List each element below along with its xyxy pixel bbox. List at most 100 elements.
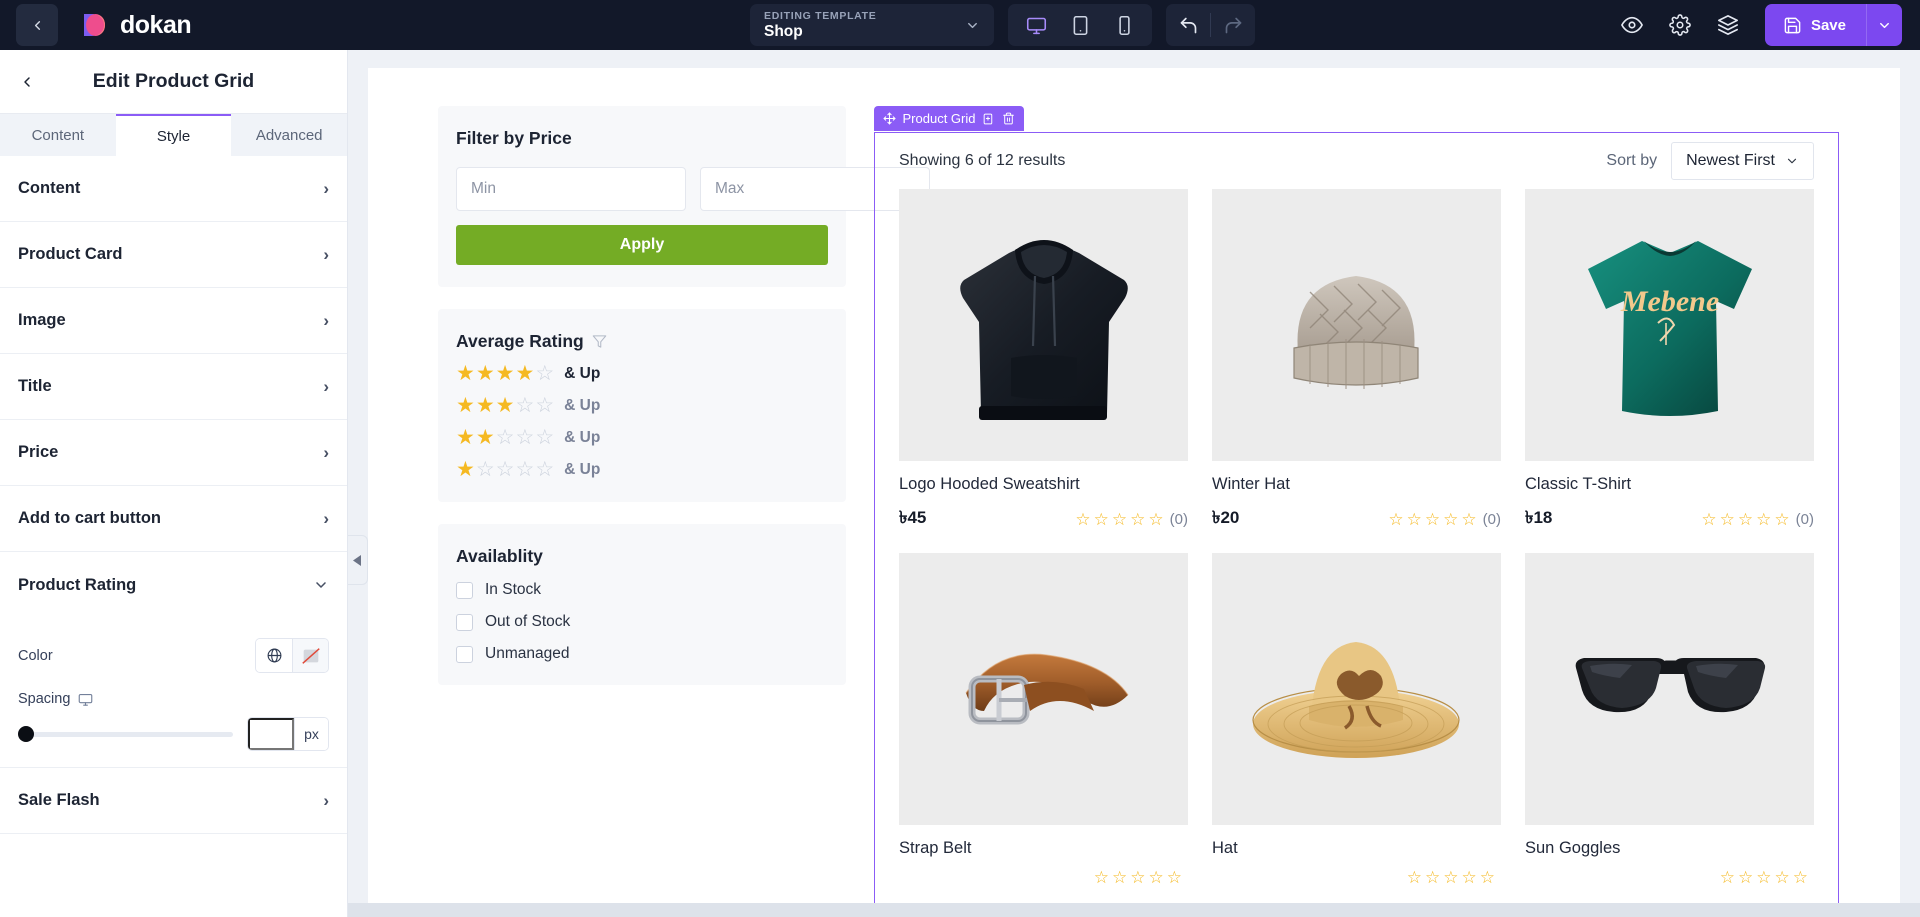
- spacing-slider[interactable]: [18, 726, 233, 742]
- price-filter-title: Filter by Price: [456, 128, 572, 148]
- product-grid-widget[interactable]: Product Grid Showing 6 of 12 results Sor…: [873, 106, 1839, 917]
- product-card[interactable]: Mebene Classic T-Shirt ৳18 ☆ ☆ ☆ ☆ ☆ (0): [1525, 189, 1814, 533]
- color-swatch-button[interactable]: [292, 639, 328, 672]
- sidebar-section-sale-flash[interactable]: Sale Flash ›: [0, 768, 347, 834]
- star-empty-icon: ☆: [1701, 509, 1717, 529]
- product-title[interactable]: Strap Belt: [899, 839, 1188, 858]
- layers-button[interactable]: [1707, 4, 1749, 46]
- star-empty-icon: ☆: [1719, 509, 1735, 529]
- slider-thumb[interactable]: [18, 726, 34, 742]
- sidebar-section-image[interactable]: Image ›: [0, 288, 347, 354]
- availability-option-unmanaged[interactable]: Unmanaged: [456, 645, 828, 663]
- sidebar-section-price[interactable]: Price ›: [0, 420, 347, 486]
- preview-button[interactable]: [1611, 4, 1653, 46]
- canvas-horizontal-scrollbar[interactable]: [348, 903, 1920, 917]
- section-label: Add to cart button: [18, 509, 161, 527]
- checkbox-icon[interactable]: [456, 613, 473, 631]
- undo-button[interactable]: [1166, 4, 1210, 46]
- star-rating: ★ ★ ★ ☆ ☆: [456, 395, 554, 416]
- availability-option-out-of-stock[interactable]: Out of Stock: [456, 613, 828, 631]
- star-empty-icon: ☆: [1388, 509, 1404, 529]
- rating-option-2[interactable]: ★ ★ ☆ ☆ ☆ & Up: [456, 427, 828, 448]
- review-count: (0): [1482, 510, 1501, 528]
- product-title[interactable]: Classic T-Shirt: [1525, 475, 1814, 494]
- product-rating: ☆ ☆ ☆ ☆ ☆ (0): [1388, 511, 1501, 528]
- product-card[interactable]: Logo Hooded Sweatshirt ৳45 ☆ ☆ ☆ ☆ ☆ (0): [899, 189, 1188, 533]
- monitor-icon[interactable]: [78, 692, 93, 707]
- apply-price-filter-button[interactable]: Apply: [456, 225, 828, 265]
- tablet-icon: [1073, 15, 1087, 35]
- funnel-icon[interactable]: [592, 334, 607, 349]
- star-rating: ★ ☆ ☆ ☆ ☆: [456, 459, 554, 480]
- product-rating: ☆ ☆ ☆ ☆ ☆ (0): [1701, 511, 1814, 528]
- monitor-icon: [1026, 17, 1046, 34]
- duplicate-icon[interactable]: [982, 112, 995, 125]
- sidebar-section-content[interactable]: Content ›: [0, 156, 347, 222]
- rating-option-1[interactable]: ★ ☆ ☆ ☆ ☆ & Up: [456, 459, 828, 480]
- price-filter-card: Filter by Price Apply: [438, 106, 930, 287]
- sidebar-section-title[interactable]: Title ›: [0, 354, 347, 420]
- device-tablet-button[interactable]: [1060, 8, 1100, 42]
- dokan-logo[interactable]: dokan: [80, 10, 192, 40]
- editor-sidebar: Edit Product Grid Content Style Advanced…: [0, 50, 348, 917]
- tab-content[interactable]: Content: [0, 114, 116, 156]
- grid-header: Showing 6 of 12 results Sort by Newest F…: [875, 133, 1838, 189]
- knit-beanie-image: [1293, 276, 1419, 389]
- price-min-input[interactable]: [456, 167, 686, 211]
- save-button[interactable]: Save: [1765, 4, 1866, 46]
- section-label: Content: [18, 179, 81, 197]
- spacing-unit[interactable]: px: [294, 718, 328, 750]
- rating-option-4[interactable]: ★ ★ ★ ★ ☆ & Up: [456, 363, 828, 384]
- sidebar-section-add-to-cart-button[interactable]: Add to cart button ›: [0, 486, 347, 552]
- availability-option-in-stock[interactable]: In Stock: [456, 581, 828, 599]
- product-title[interactable]: Sun Goggles: [1525, 839, 1814, 858]
- sidebar-collapse-handle[interactable]: [348, 535, 368, 585]
- tab-style[interactable]: Style: [115, 114, 232, 156]
- redo-button[interactable]: [1211, 4, 1255, 46]
- spacing-label-text: Spacing: [18, 691, 71, 707]
- sort-select[interactable]: Newest First: [1671, 142, 1814, 180]
- product-title[interactable]: Winter Hat: [1212, 475, 1501, 494]
- product-meta: ৳20 ☆ ☆ ☆ ☆ ☆ (0): [1212, 505, 1501, 533]
- star-empty-icon: ☆: [1406, 509, 1422, 529]
- product-meta: ৳45 ☆ ☆ ☆ ☆ ☆ (0): [899, 505, 1188, 533]
- product-rating: ☆ ☆ ☆ ☆ ☆: [1407, 869, 1501, 886]
- widget-badge-label: Product Grid: [902, 111, 976, 126]
- star-empty-icon: ☆: [1112, 868, 1128, 887]
- exit-editor-button[interactable]: [16, 4, 58, 46]
- rating-option-label: & Up: [564, 428, 601, 446]
- template-selector[interactable]: EDITING TEMPLATE Shop: [750, 4, 994, 46]
- top-toolbar: dokan EDITING TEMPLATE Shop Save: [0, 0, 1920, 50]
- device-desktop-button[interactable]: [1016, 8, 1056, 42]
- spacing-slider-row: px: [18, 717, 329, 751]
- save-button-group: Save: [1764, 4, 1902, 46]
- preview-page: Filter by Price Apply Average Rating ★ ★…: [368, 68, 1900, 917]
- product-price: ৳18: [1525, 508, 1553, 527]
- star-empty-icon: ☆: [1148, 868, 1164, 887]
- checkbox-icon[interactable]: [456, 581, 473, 599]
- move-icon[interactable]: [883, 112, 896, 125]
- product-title[interactable]: Hat: [1212, 839, 1501, 858]
- product-card[interactable]: Hat ☆ ☆ ☆ ☆ ☆: [1212, 553, 1501, 886]
- sidebar-back-button[interactable]: [12, 67, 42, 97]
- rating-option-3[interactable]: ★ ★ ★ ☆ ☆ & Up: [456, 395, 828, 416]
- sidebar-section-product-card[interactable]: Product Card ›: [0, 222, 347, 288]
- star-empty-icon: ☆: [1075, 509, 1091, 529]
- spacing-input[interactable]: [248, 718, 294, 750]
- sidebar-section-product-rating[interactable]: Product Rating: [0, 552, 347, 618]
- no-color-icon: [301, 647, 320, 664]
- settings-button[interactable]: [1659, 4, 1701, 46]
- product-card[interactable]: Strap Belt ☆ ☆ ☆ ☆ ☆: [899, 553, 1188, 886]
- global-color-button[interactable]: [256, 639, 292, 672]
- spacing-control-label: Spacing: [18, 691, 329, 707]
- tab-advanced[interactable]: Advanced: [231, 114, 347, 156]
- chevron-right-icon: ›: [323, 310, 329, 330]
- checkbox-icon[interactable]: [456, 645, 473, 663]
- product-card[interactable]: Sun Goggles ☆ ☆ ☆ ☆ ☆: [1525, 553, 1814, 886]
- device-mobile-button[interactable]: [1104, 8, 1144, 42]
- product-title[interactable]: Logo Hooded Sweatshirt: [899, 475, 1188, 494]
- product-card[interactable]: Winter Hat ৳20 ☆ ☆ ☆ ☆ ☆ (0): [1212, 189, 1501, 533]
- star-filled-icon: ★: [456, 362, 475, 385]
- save-options-button[interactable]: [1866, 4, 1902, 46]
- trash-icon[interactable]: [1002, 112, 1015, 125]
